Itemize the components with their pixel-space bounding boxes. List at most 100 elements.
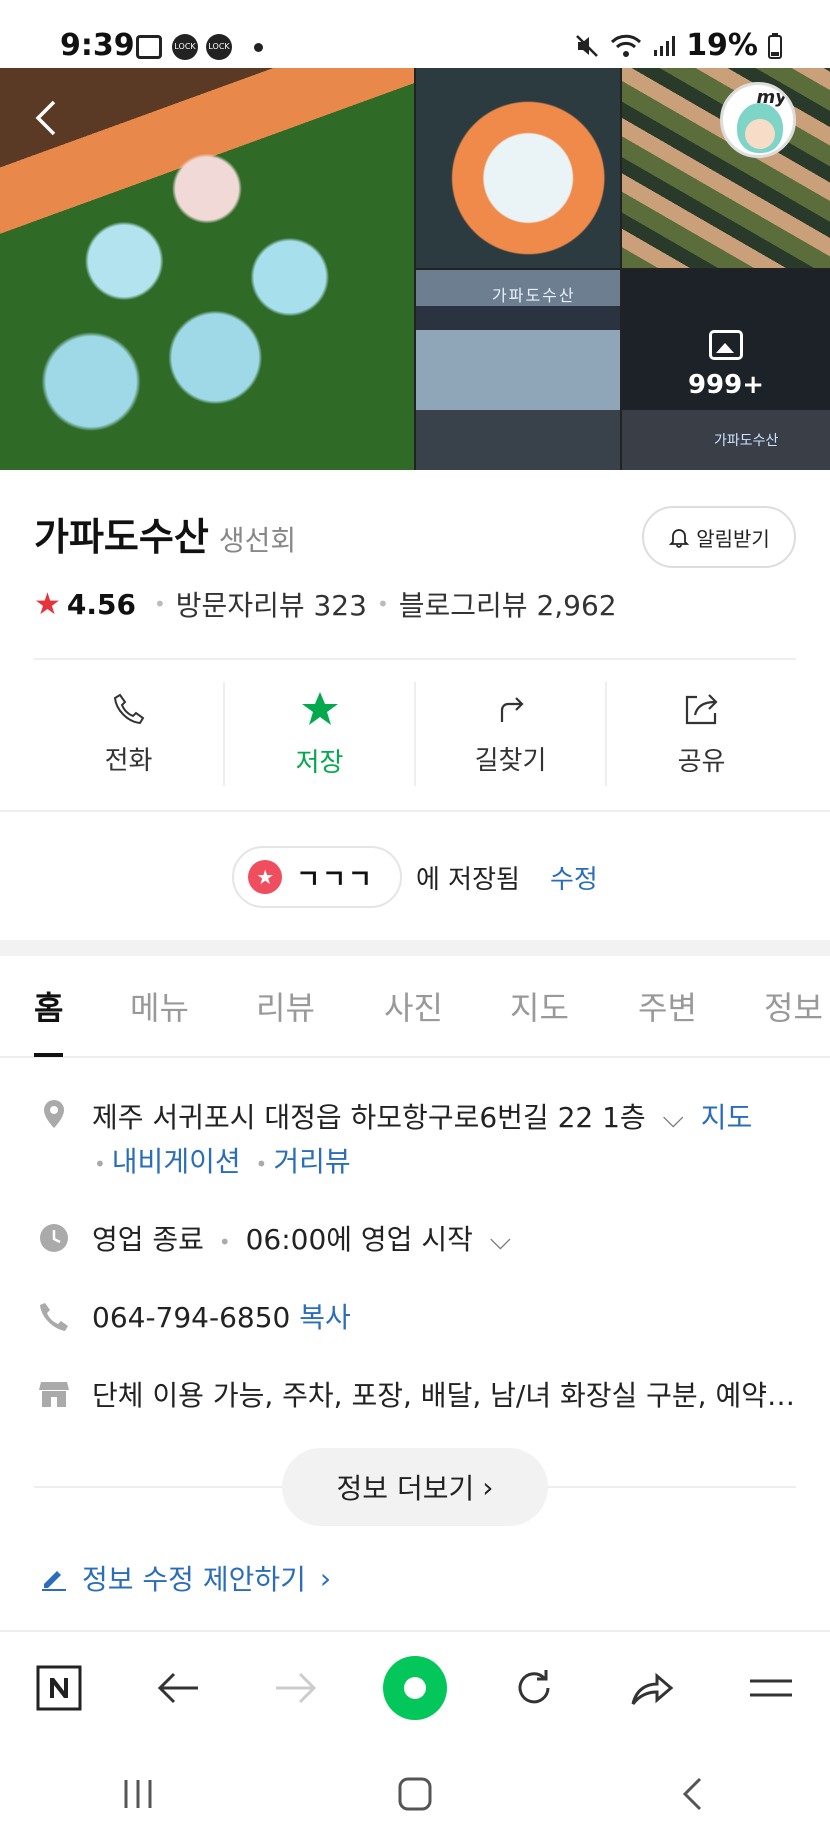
arrow-left-icon <box>157 1672 198 1704</box>
share-button[interactable]: 공유 <box>607 682 796 786</box>
copy-link[interactable]: 복사 <box>299 1301 351 1334</box>
saved-text: 에 저장됨 <box>415 864 520 895</box>
chevron-right-icon: › <box>482 1470 494 1504</box>
more-notifications-dot-icon <box>254 43 263 52</box>
signal-icon <box>654 35 676 56</box>
my-profile-button[interactable]: my <box>720 82 796 158</box>
photo-count: 999+ <box>687 370 765 400</box>
separator-dot: • <box>154 592 166 616</box>
avatar <box>737 103 783 153</box>
share-label: 공유 <box>677 746 726 777</box>
system-back-button[interactable] <box>657 1759 727 1829</box>
back-button[interactable] <box>28 98 68 138</box>
phone-icon <box>40 1303 68 1331</box>
naver-button[interactable] <box>24 1653 94 1723</box>
phone-number[interactable]: 064-794-6850 <box>92 1301 290 1334</box>
rating-row: ★ 4.56 • 방문자리뷰 323 • 블로그리뷰 2,962 <box>34 584 617 624</box>
battery-icon <box>768 32 782 59</box>
tab-menu[interactable]: 메뉴 <box>130 955 189 1057</box>
menu-button[interactable] <box>736 1653 806 1723</box>
saved-edit-link[interactable]: 수정 <box>550 859 598 896</box>
system-home-button[interactable] <box>380 1759 450 1829</box>
call-button[interactable]: 전화 <box>34 682 225 786</box>
photo-more-button[interactable]: 999+ 가파도수산 <box>622 270 830 470</box>
hamburger-icon <box>749 1679 792 1697</box>
back-chevron-icon <box>682 1777 701 1811</box>
pencil-icon <box>42 1571 66 1591</box>
bell-icon <box>669 529 690 548</box>
place-name: 가파도수산 <box>34 515 209 559</box>
arrow-right-icon <box>276 1672 317 1704</box>
save-button[interactable]: 저장 <box>225 682 416 786</box>
my-label: my <box>756 87 788 108</box>
wifi-icon <box>611 34 642 57</box>
photo-storefront[interactable]: 가파도수산 <box>416 270 620 470</box>
battery-percent: 19% <box>686 28 758 63</box>
blog-reviews-link[interactable]: 블로그리뷰 2,962 <box>399 584 617 624</box>
browser-toolbar <box>0 1632 830 1744</box>
tab-map[interactable]: 지도 <box>510 955 569 1057</box>
separator-dot: • <box>94 1152 106 1176</box>
saved-star-icon: ★ <box>248 860 283 894</box>
tab-nearby[interactable]: 주변 <box>638 955 697 1057</box>
recent-apps-button[interactable] <box>103 1759 173 1829</box>
photo-gallery[interactable]: 가파도수산 999+ 가파도수산 my <box>0 68 830 470</box>
photo-more: 999+ <box>622 330 830 400</box>
recents-icon <box>124 1780 152 1808</box>
image-icon <box>709 330 743 360</box>
phone-icon <box>113 693 144 724</box>
status-time: 9:39 <box>60 28 135 63</box>
suggest-edit-link[interactable]: 정보 수정 제안하기 › <box>40 1558 331 1598</box>
share-icon <box>685 693 718 724</box>
home-button[interactable] <box>380 1653 450 1723</box>
place-title-row: 가파도수산 생선회 <box>34 506 296 561</box>
directions-icon <box>500 696 524 722</box>
storefront-sign-night: 가파도수산 <box>714 433 779 449</box>
visitor-reviews-link[interactable]: 방문자리뷰 323 <box>176 584 367 624</box>
forward-nav-button[interactable] <box>261 1653 331 1723</box>
share-nav-button[interactable] <box>617 1653 687 1723</box>
navigation-link[interactable]: 내비게이션 <box>112 1145 241 1178</box>
store-icon <box>39 1382 69 1407</box>
status-right: 19% <box>574 28 782 63</box>
action-bar: 전화 저장 길찾기 공유 <box>34 682 796 786</box>
tab-photos[interactable]: 사진 <box>384 955 443 1057</box>
place-category: 생선회 <box>218 524 297 557</box>
photo-2[interactable] <box>416 68 620 268</box>
refresh-icon <box>518 1670 550 1704</box>
directions-button[interactable]: 길찾기 <box>416 682 607 786</box>
star-icon <box>301 691 338 725</box>
lock-app-icon: LOCK <box>172 34 198 60</box>
save-label: 저장 <box>295 747 344 778</box>
green-dot-icon <box>382 1656 447 1720</box>
chevron-down-icon[interactable]: ⌵ <box>663 1101 684 1134</box>
system-nav-bar <box>0 1744 830 1844</box>
address-text: 제주 서귀포시 대정읍 하모항구로6번길 22 1층 <box>92 1101 646 1134</box>
directions-label: 길찾기 <box>474 745 547 776</box>
back-nav-button[interactable] <box>143 1653 213 1723</box>
phone-line: 064-794-6850 복사 <box>92 1296 351 1336</box>
notify-button[interactable]: 알림받기 <box>642 506 796 568</box>
hours-line[interactable]: 영업 종료 • 06:00에 영업 시작 ⌵ <box>92 1218 511 1258</box>
more-info-button[interactable]: 정보 더보기 › <box>282 1448 548 1526</box>
refresh-button[interactable] <box>499 1653 569 1723</box>
lock-app-icon-2: LOCK <box>206 34 232 60</box>
tab-reviews[interactable]: 리뷰 <box>256 955 315 1057</box>
chevron-down-icon[interactable]: ⌵ <box>490 1223 511 1256</box>
saved-list-chip[interactable]: ★ ㄱㄱㄱ <box>232 846 402 908</box>
separator-dot: • <box>218 1230 231 1254</box>
location-pin-icon <box>44 1100 64 1128</box>
tab-info[interactable]: 정보 <box>764 955 823 1057</box>
tab-home[interactable]: 홈 <box>34 955 64 1057</box>
hours-next: 06:00에 영업 시작 <box>245 1223 473 1256</box>
notify-label: 알림받기 <box>696 526 770 551</box>
more-info-label: 정보 더보기 <box>336 1472 475 1505</box>
mute-icon <box>576 34 599 57</box>
share-arrow-icon <box>631 1672 674 1705</box>
street-view-link[interactable]: 거리뷰 <box>273 1145 350 1178</box>
map-link[interactable]: 지도 <box>701 1101 753 1134</box>
separator-dot: • <box>255 1152 268 1176</box>
chevron-right-icon: › <box>319 1561 332 1595</box>
naver-n-icon <box>36 1665 82 1711</box>
amenities-text: 단체 이용 가능, 주차, 포장, 배달, 남/녀 화장실 구분, 예약… <box>92 1379 796 1412</box>
